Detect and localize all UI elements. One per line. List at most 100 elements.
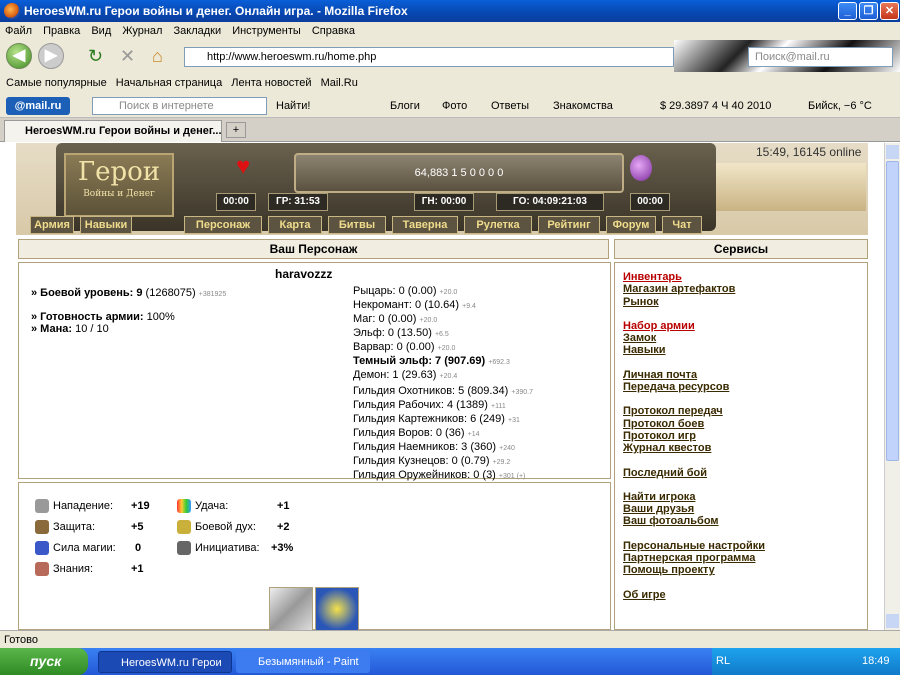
scroll-up-button[interactable]: [886, 145, 899, 159]
tab-army[interactable]: Армия: [30, 216, 74, 234]
minimize-button[interactable]: _: [838, 2, 857, 20]
windows-taskbar: пуск HeroesWM.ru Герои ... Безымянный - …: [0, 648, 900, 691]
menu-edit[interactable]: Правка: [43, 25, 80, 37]
nav-forum[interactable]: Форум: [606, 216, 656, 234]
attack-value: +19: [131, 500, 150, 512]
spellpower-label: Сила магии:: [53, 542, 116, 554]
initiative-label: Инициатива:: [195, 542, 260, 554]
mana: » Мана: 10 / 10: [31, 323, 109, 335]
menu-tools[interactable]: Инструменты: [232, 25, 301, 37]
link-photo-album[interactable]: Ваш фотоальбом: [623, 515, 765, 527]
menu-history[interactable]: Журнал: [122, 25, 162, 37]
link-castle[interactable]: Замок: [623, 332, 765, 344]
shield-slot[interactable]: [315, 587, 359, 631]
bookmark-start-page[interactable]: Начальная страница: [116, 77, 222, 89]
nav-battles[interactable]: Битвы: [328, 216, 386, 234]
link-artifact-shop[interactable]: Магазин артефактов: [623, 283, 765, 295]
timer-gr: ГР: 31:53: [268, 193, 328, 211]
bookmark-news-feed[interactable]: Лента новостей: [231, 77, 311, 89]
link-market[interactable]: Рынок: [623, 296, 765, 308]
task-paint[interactable]: Безымянный - Paint: [236, 651, 370, 673]
faction-row: Эльф: 0 (13.50) +6.5: [353, 327, 449, 339]
nav-rating[interactable]: Рейтинг: [538, 216, 600, 234]
timer-gn: ГН: 00:00: [414, 193, 474, 211]
nav-chat[interactable]: Чат: [662, 216, 702, 234]
menu-view[interactable]: Вид: [91, 25, 111, 37]
guild-row: Гильдия Кузнецов: 0 (0.79) +29.2: [353, 455, 511, 467]
clock: 18:49: [862, 655, 890, 667]
mailru-logo[interactable]: @mail.ru: [6, 97, 70, 115]
guild-row: Гильдия Наемников: 3 (360) +240: [353, 441, 515, 453]
find-button[interactable]: Найти!: [276, 94, 310, 118]
link-last-battle[interactable]: Последний бой: [623, 467, 765, 479]
nav-map[interactable]: Карта: [268, 216, 322, 234]
faction-list: Рыцарь: 0 (0.00) +20.0 Некромант: 0 (10.…: [353, 285, 510, 383]
home-icon[interactable]: ⌂: [152, 46, 163, 67]
maximize-button[interactable]: ❐: [859, 2, 878, 20]
status-text: Готово: [4, 634, 38, 646]
link-personal-settings[interactable]: Персональные настройки: [623, 540, 765, 552]
bookmark-mailru[interactable]: Mail.Ru: [321, 77, 358, 89]
resources-bar: 64,883 1 5 0 0 0 0: [294, 153, 624, 193]
scroll-thumb[interactable]: [886, 161, 899, 461]
services-panel-header: Сервисы: [614, 239, 868, 259]
link-game-log[interactable]: Протокол игр: [623, 430, 765, 442]
link-skills[interactable]: Навыки: [623, 344, 765, 356]
bookmark-popular[interactable]: Самые популярные: [6, 77, 107, 89]
menu-file[interactable]: Файл: [5, 25, 32, 37]
language-indicator[interactable]: RL: [716, 648, 730, 675]
vertical-scrollbar[interactable]: [884, 143, 900, 630]
weather[interactable]: Бийск, −6 °C: [808, 94, 872, 118]
nav-roulette[interactable]: Рулетка: [464, 216, 532, 234]
timer-go: ГО: 04:09:21:03: [496, 193, 604, 211]
new-tab-button[interactable]: +: [226, 122, 246, 138]
back-button[interactable]: ◀: [6, 43, 32, 69]
link-transfer-resources[interactable]: Передача ресурсов: [623, 381, 765, 393]
scroll-down-button[interactable]: [886, 614, 899, 628]
link-find-player[interactable]: Найти игрока: [623, 491, 765, 503]
link-personal-mail[interactable]: Личная почта: [623, 369, 765, 381]
link-transfer-log[interactable]: Протокол передач: [623, 405, 765, 417]
link-recruit-army[interactable]: Набор армии: [623, 320, 765, 332]
tab-heroeswm[interactable]: HeroesWM.ru Герои войны и денег...: [4, 120, 222, 142]
link-inventory[interactable]: Инвентарь: [623, 271, 765, 283]
faction-row: Варвар: 0 (0.00) +20.0: [353, 341, 456, 353]
guild-row: Гильдия Охотников: 5 (809.34) +390.7: [353, 385, 533, 397]
tab-skills[interactable]: Навыки: [80, 216, 132, 234]
faction-row: Демон: 1 (29.63) +20.4: [353, 369, 458, 381]
morale-label: Боевой дух:: [195, 521, 256, 533]
link-blogs[interactable]: Блоги: [390, 94, 420, 118]
task-firefox[interactable]: HeroesWM.ru Герои ...: [98, 651, 232, 691]
link-dating[interactable]: Знакомства: [553, 94, 613, 118]
stop-icon[interactable]: ✕: [120, 46, 135, 67]
nav-character[interactable]: Персонаж: [184, 216, 262, 234]
address-bar[interactable]: http://www.heroeswm.ru/home.php: [184, 47, 674, 67]
initiative-value: +3%: [271, 542, 294, 554]
player-name[interactable]: haravozzz: [275, 267, 332, 281]
link-battle-log[interactable]: Протокол боев: [623, 418, 765, 430]
search-field[interactable]: Поиск@mail.ru: [748, 47, 893, 67]
game-logo[interactable]: Герои Войны и Денег: [64, 153, 174, 217]
sword-icon: [35, 499, 49, 513]
start-button[interactable]: пуск: [0, 648, 88, 675]
forward-button[interactable]: ▶: [38, 43, 64, 69]
menu-bookmarks[interactable]: Закладки: [174, 25, 222, 37]
close-button[interactable]: ✕: [880, 2, 899, 20]
nav-tavern[interactable]: Таверна: [392, 216, 458, 234]
link-answers[interactable]: Ответы: [491, 94, 529, 118]
status-bar: Готово: [0, 630, 900, 648]
rainbow-icon: [177, 499, 191, 513]
link-help-project[interactable]: Помощь проекту: [623, 564, 765, 576]
potion-icon: [630, 155, 652, 181]
firefox-icon: [4, 3, 20, 19]
mailru-search-input[interactable]: Поиск в интернете: [92, 97, 267, 115]
weapon-slot[interactable]: [269, 587, 313, 631]
link-partner-program[interactable]: Партнерская программа: [623, 552, 765, 564]
link-quest-journal[interactable]: Журнал квестов: [623, 442, 765, 454]
link-photo[interactable]: Фото: [442, 94, 467, 118]
link-friends[interactable]: Ваши друзья: [623, 503, 765, 515]
reload-icon[interactable]: ↻: [88, 46, 103, 67]
link-about-game[interactable]: Об игре: [623, 589, 765, 601]
menu-help[interactable]: Справка: [312, 25, 355, 37]
magic-wand-icon: [35, 541, 49, 555]
